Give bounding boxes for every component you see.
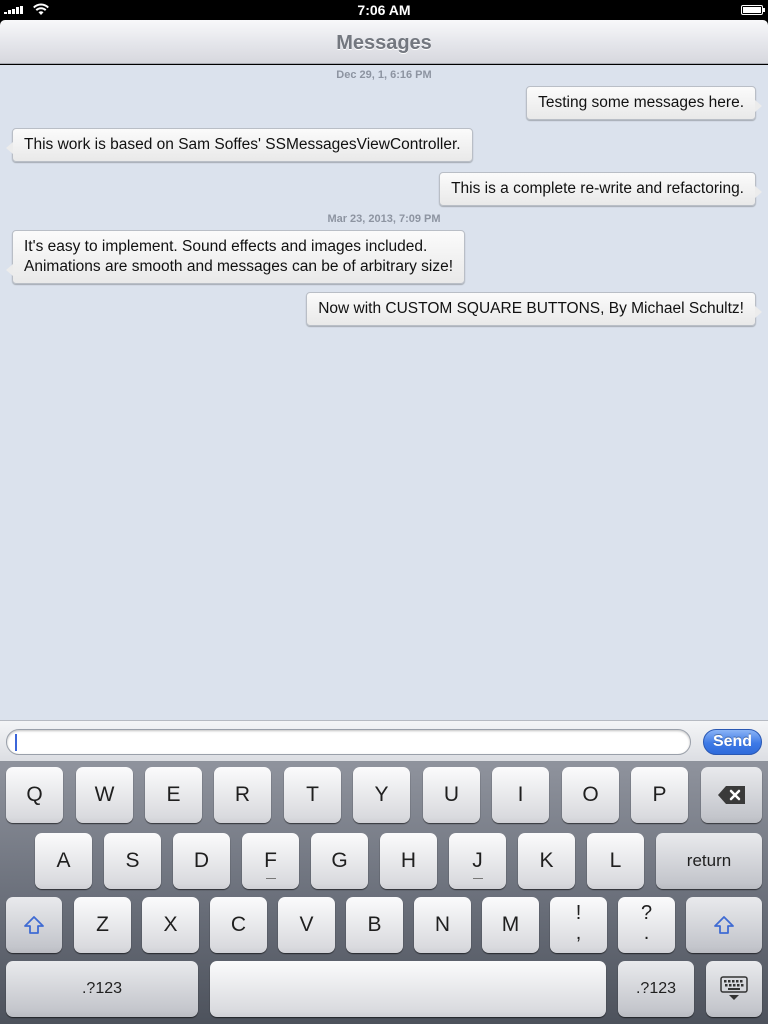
key-x[interactable]: X bbox=[142, 897, 199, 953]
numbers-key-left[interactable]: .?123 bbox=[6, 961, 198, 1017]
key-w[interactable]: W bbox=[76, 767, 133, 823]
message-bubble-outgoing[interactable]: Testing some messages here. bbox=[526, 86, 762, 120]
backspace-icon bbox=[717, 786, 745, 804]
key-k[interactable]: K bbox=[518, 833, 575, 889]
message-bubble-outgoing[interactable]: Now with CUSTOM SQUARE BUTTONS, By Micha… bbox=[306, 292, 762, 326]
key-m[interactable]: M bbox=[482, 897, 539, 953]
navigation-bar: Messages bbox=[0, 20, 768, 64]
battery-icon bbox=[741, 5, 765, 15]
key-u[interactable]: U bbox=[423, 767, 480, 823]
dismiss-keyboard-key[interactable] bbox=[706, 961, 762, 1017]
status-time: 7:06 AM bbox=[357, 2, 411, 18]
message-input-bar: Send bbox=[0, 720, 768, 762]
home-row-nub bbox=[265, 878, 276, 879]
status-bar: 7:06 AM bbox=[0, 0, 768, 20]
numbers-key-right[interactable]: .?123 bbox=[618, 961, 694, 1017]
key-h[interactable]: H bbox=[380, 833, 437, 889]
key-i[interactable]: I bbox=[492, 767, 549, 823]
message-input[interactable] bbox=[6, 729, 691, 755]
key-l[interactable]: L bbox=[587, 833, 644, 889]
key-r[interactable]: R bbox=[214, 767, 271, 823]
key-o[interactable]: O bbox=[562, 767, 619, 823]
message-bubble-incoming[interactable]: This work is based on Sam Soffes' SSMess… bbox=[6, 128, 473, 162]
text-cursor bbox=[15, 734, 17, 751]
key-q[interactable]: Q bbox=[6, 767, 63, 823]
key-question-period[interactable]: ?. bbox=[618, 897, 675, 953]
keyboard-dismiss-icon bbox=[720, 976, 748, 1000]
key-s[interactable]: S bbox=[104, 833, 161, 889]
message-bubble-outgoing[interactable]: This is a complete re-write and refactor… bbox=[439, 172, 762, 206]
key-p[interactable]: P bbox=[631, 767, 688, 823]
message-list[interactable]: Dec 29, 1, 6:16 PM Testing some messages… bbox=[0, 65, 768, 720]
message-line: Animations are smooth and messages can b… bbox=[24, 258, 454, 275]
keyboard: Q W E R T Y U I O P A S D F G H J K L re… bbox=[0, 762, 768, 1024]
backspace-key[interactable] bbox=[701, 767, 762, 823]
shift-icon bbox=[714, 916, 734, 934]
return-key[interactable]: return bbox=[656, 833, 762, 889]
key-z[interactable]: Z bbox=[74, 897, 131, 953]
key-exclamation-comma[interactable]: !, bbox=[550, 897, 607, 953]
key-n[interactable]: N bbox=[414, 897, 471, 953]
key-g[interactable]: G bbox=[311, 833, 368, 889]
key-d[interactable]: D bbox=[173, 833, 230, 889]
key-t[interactable]: T bbox=[284, 767, 341, 823]
message-timestamp: Dec 29, 1, 6:16 PM bbox=[336, 69, 432, 81]
key-b[interactable]: B bbox=[346, 897, 403, 953]
shift-key-right[interactable] bbox=[686, 897, 762, 953]
key-j[interactable]: J bbox=[449, 833, 506, 889]
home-row-nub bbox=[472, 878, 483, 879]
key-c[interactable]: C bbox=[210, 897, 267, 953]
message-bubble-incoming[interactable]: It's easy to implement. Sound effects an… bbox=[5, 230, 466, 284]
shift-key-left[interactable] bbox=[6, 897, 62, 953]
send-button[interactable]: Send bbox=[703, 729, 762, 755]
key-v[interactable]: V bbox=[278, 897, 335, 953]
space-bar[interactable] bbox=[210, 961, 606, 1017]
key-y[interactable]: Y bbox=[353, 767, 410, 823]
message-line: It's easy to implement. Sound effects an… bbox=[24, 238, 428, 255]
shift-icon bbox=[24, 916, 44, 934]
page-title: Messages bbox=[336, 32, 432, 54]
key-e[interactable]: E bbox=[145, 767, 202, 823]
message-timestamp: Mar 23, 2013, 7:09 PM bbox=[327, 213, 441, 225]
key-a[interactable]: A bbox=[35, 833, 92, 889]
key-f[interactable]: F bbox=[242, 833, 299, 889]
